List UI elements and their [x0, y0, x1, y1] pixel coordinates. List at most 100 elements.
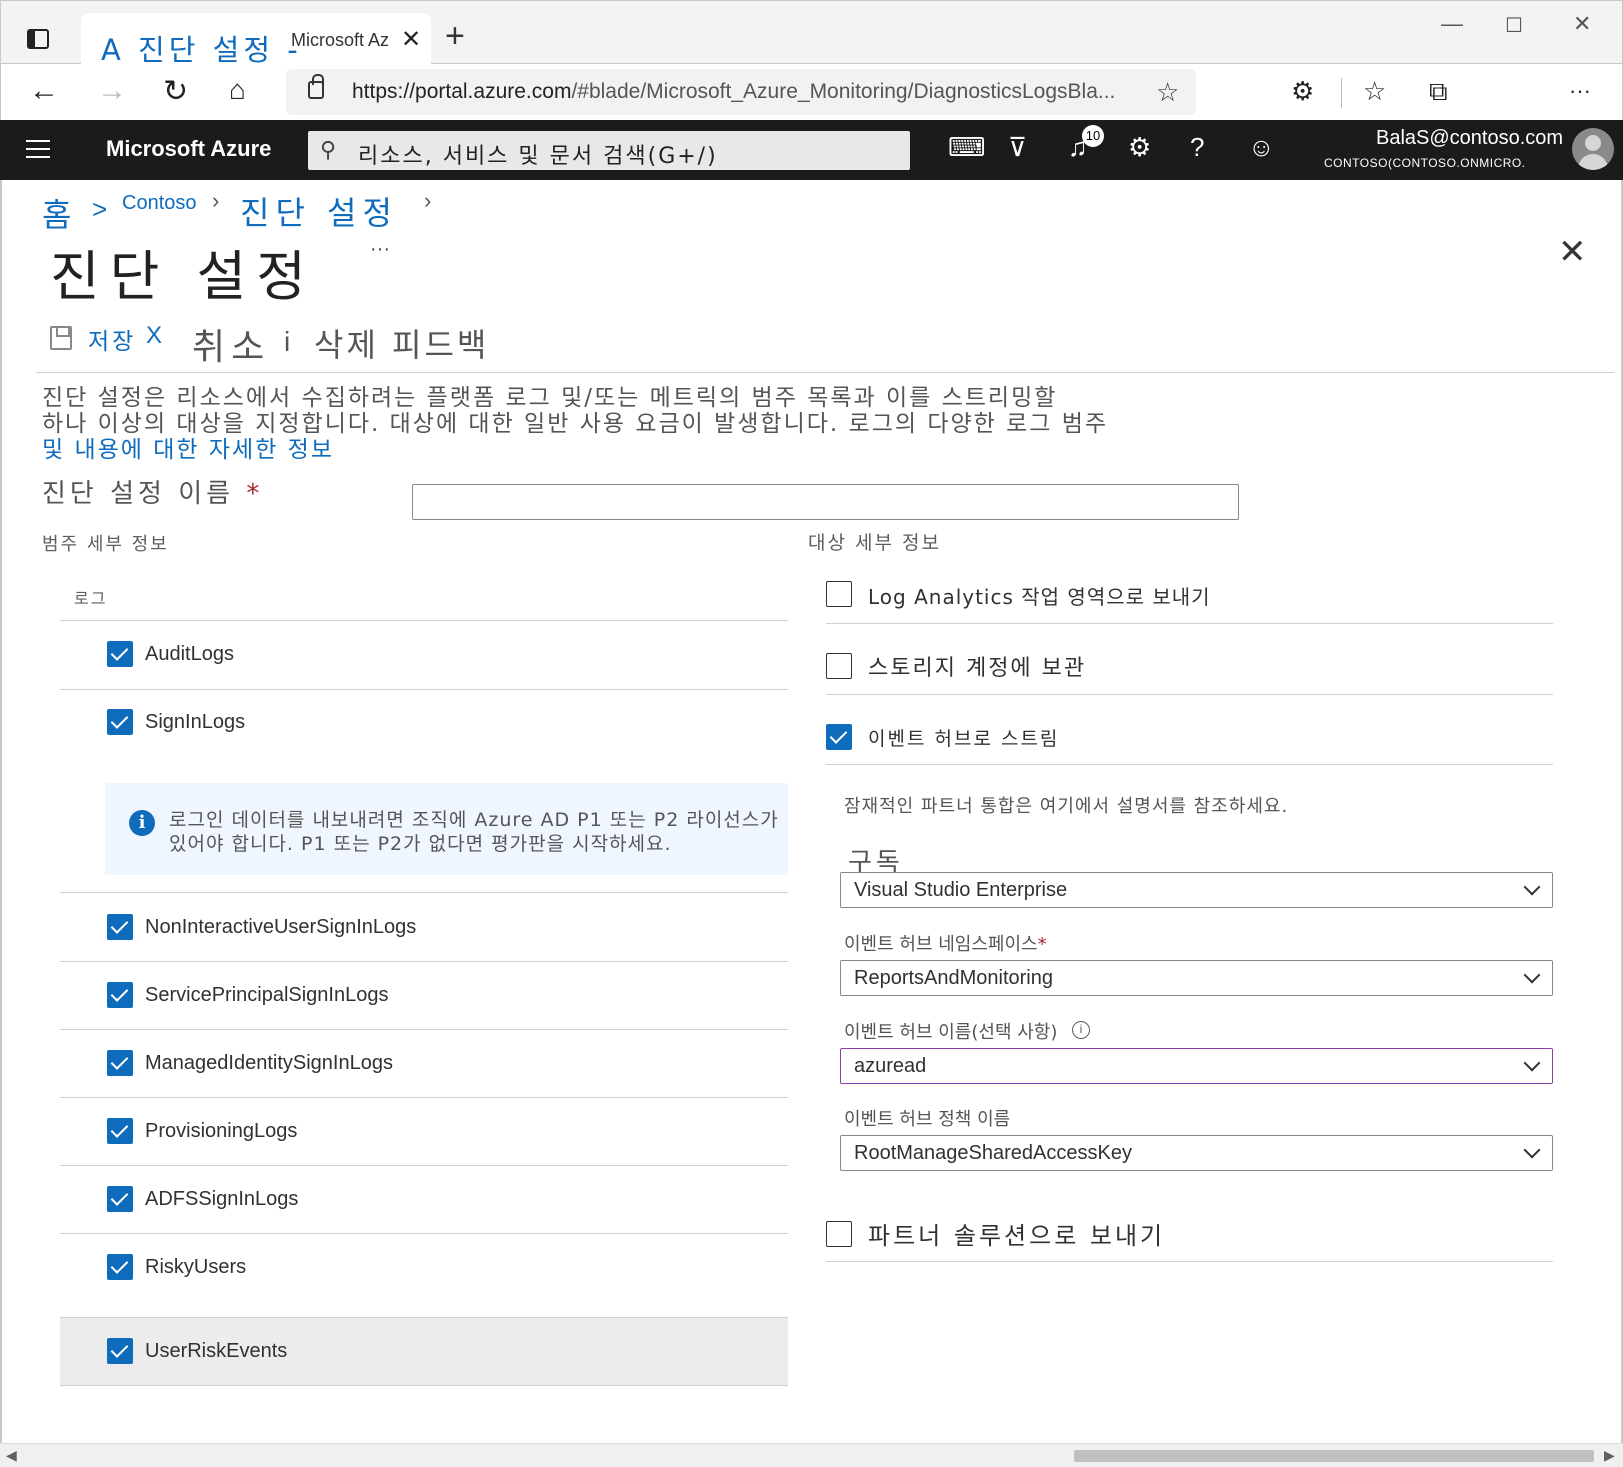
event-hub-policy-value: RootManageSharedAccessKey: [854, 1142, 1132, 1164]
add-favorite-icon[interactable]: ☆: [1156, 77, 1179, 108]
tab-close-icon[interactable]: ✕: [401, 25, 421, 54]
destination-details-header: 대상 세부 정보: [808, 532, 941, 554]
event-hub-name-dropdown[interactable]: azuread: [840, 1048, 1553, 1084]
window-close-icon[interactable]: ✕: [1573, 11, 1591, 37]
event-hub-checkbox[interactable]: [826, 724, 852, 750]
subscription-dropdown[interactable]: Visual Studio Enterprise: [840, 872, 1553, 908]
help-icon[interactable]: ?: [1190, 132, 1204, 163]
license-info-banner: i 로그인 데이터를 내보내려면 조직에 Azure AD P1 또는 P2 라…: [105, 783, 788, 875]
row-divider: [826, 1261, 1553, 1262]
storage-account-checkbox[interactable]: [826, 653, 852, 679]
row-divider: [60, 1233, 788, 1234]
new-tab-button[interactable]: +: [445, 17, 465, 56]
auditlogs-label: AuditLogs: [145, 643, 234, 665]
address-bar[interactable]: https://portal.azure.com/#blade/Microsof…: [286, 69, 1196, 115]
userriskevents-checkbox[interactable]: [107, 1338, 133, 1364]
breadcrumb-chevron-icon: ›: [212, 188, 220, 213]
userriskevents-label: UserRiskEvents: [145, 1340, 288, 1362]
user-email[interactable]: BalaS@contoso.com: [1376, 127, 1563, 150]
refresh-icon[interactable]: ↻: [163, 74, 188, 109]
riskyusers-checkbox[interactable]: [107, 1254, 133, 1280]
directory-filter-icon[interactable]: ⊽: [1008, 132, 1027, 163]
noninteractive-signinlogs-label: NonInteractiveUserSignInLogs: [145, 916, 417, 938]
window-border-left: [0, 180, 2, 1443]
lock-icon: [308, 74, 324, 99]
horizontal-scrollbar[interactable]: ◀ ▶: [0, 1443, 1623, 1467]
user-directory[interactable]: CONTOSO(CONTOSO.ONMICRO.: [1324, 156, 1526, 170]
save-icon[interactable]: [50, 326, 72, 350]
info-icon: i: [129, 810, 155, 836]
setting-name-label: 진단 설정 이름 *: [42, 479, 264, 509]
save-button[interactable]: 저장: [88, 322, 136, 356]
info-icon[interactable]: i: [1072, 1021, 1090, 1039]
breadcrumb-separator: >: [92, 194, 108, 224]
close-icon[interactable]: ✕: [1558, 232, 1587, 272]
scroll-right-icon[interactable]: ▶: [1604, 1447, 1615, 1464]
event-hub-namespace-value: ReportsAndMonitoring: [854, 967, 1053, 989]
forward-icon[interactable]: →: [97, 74, 127, 108]
delete-icon[interactable]: i: [284, 326, 290, 358]
search-placeholder: 리소스, 서비스 및 문서 검색(G+/): [358, 144, 718, 169]
row-divider: [60, 1097, 788, 1098]
managedidentity-signinlogs-checkbox[interactable]: [107, 1050, 133, 1076]
settings-gear-icon[interactable]: ⚙: [1128, 132, 1151, 163]
feedback-icon[interactable]: ☺: [1248, 132, 1275, 163]
provisioninglogs-label: ProvisioningLogs: [145, 1120, 298, 1142]
scrollbar-thumb[interactable]: [1074, 1450, 1594, 1462]
category-details-header: 범주 세부 정보: [42, 534, 169, 555]
license-info-line-2: 있어야 합니다. P1 또는 P2가 없다면 평가판을 시작하세요.: [169, 833, 672, 855]
home-icon[interactable]: ⌂: [229, 74, 246, 106]
cancel-icon[interactable]: X: [146, 322, 162, 350]
extensions-icon[interactable]: ⚙: [1291, 76, 1314, 107]
log-analytics-checkbox[interactable]: [826, 581, 852, 607]
tab-title-prefix: A 진단 설정 -: [101, 33, 302, 67]
provisioninglogs-checkbox[interactable]: [107, 1118, 133, 1144]
settings-more-icon[interactable]: ···: [1569, 78, 1591, 104]
setting-name-input[interactable]: [412, 484, 1239, 520]
azure-header: Microsoft Azure ⚲ 리소스, 서비스 및 문서 검색(G+/) …: [0, 120, 1623, 180]
breadcrumb-current[interactable]: 진단 설정: [240, 188, 398, 234]
favorites-icon[interactable]: ☆: [1363, 76, 1386, 107]
adfs-signinlogs-checkbox[interactable]: [107, 1186, 133, 1212]
partner-solution-checkbox[interactable]: [826, 1221, 852, 1247]
delete-feedback-button[interactable]: 삭제 피드백: [314, 320, 489, 366]
event-hub-namespace-dropdown[interactable]: ReportsAndMonitoring: [840, 960, 1553, 996]
noninteractive-signinlogs-checkbox[interactable]: [107, 914, 133, 940]
signinlogs-checkbox[interactable]: [107, 709, 133, 735]
cancel-button[interactable]: 취소: [192, 318, 270, 370]
scroll-left-icon[interactable]: ◀: [6, 1447, 17, 1464]
row-divider: [60, 1165, 788, 1166]
page-title: 진단 설정: [50, 245, 316, 308]
portal-menu-icon[interactable]: [26, 140, 50, 158]
event-hub-policy-dropdown[interactable]: RootManageSharedAccessKey: [840, 1135, 1553, 1171]
tab-actions-icon[interactable]: [27, 29, 49, 49]
more-options-button[interactable]: ···: [370, 238, 390, 261]
browser-tab[interactable]: A 진단 설정 - Microsoft Az ✕: [81, 13, 431, 67]
breadcrumb-home[interactable]: 홈: [42, 190, 71, 236]
search-icon: ⚲: [320, 137, 337, 162]
auditlogs-checkbox[interactable]: [107, 641, 133, 667]
azure-brand[interactable]: Microsoft Azure: [106, 136, 271, 162]
global-search-input[interactable]: ⚲ 리소스, 서비스 및 문서 검색(G+/): [308, 131, 910, 170]
chevron-down-icon: [1523, 966, 1541, 984]
row-divider: [826, 623, 1553, 624]
minimize-icon[interactable]: —: [1441, 11, 1463, 37]
chevron-down-icon: [1523, 878, 1541, 896]
browser-toolbar: ← → ↻ ⌂ https://portal.azure.com/#blade/…: [0, 64, 1623, 120]
breadcrumb-tenant[interactable]: Contoso: [122, 192, 197, 215]
managedidentity-signinlogs-label: ManagedIdentitySignInLogs: [145, 1052, 393, 1074]
serviceprincipal-signinlogs-checkbox[interactable]: [107, 982, 133, 1008]
event-hub-policy-label: 이벤트 허브 정책 이름: [844, 1109, 1011, 1130]
maximize-icon[interactable]: ☐: [1505, 13, 1523, 38]
learn-more-link[interactable]: 및 내용에 대한 자세한 정보: [42, 430, 334, 464]
cloud-shell-icon[interactable]: ⌨: [948, 132, 986, 163]
row-divider: [826, 694, 1553, 695]
row-divider: [60, 961, 788, 962]
back-icon[interactable]: ←: [29, 74, 59, 108]
collections-icon[interactable]: ⧉: [1429, 76, 1448, 108]
avatar[interactable]: [1572, 128, 1614, 170]
breadcrumb-chevron-icon: ›: [424, 188, 432, 213]
row-divider: [60, 1385, 788, 1386]
command-bar-divider: [36, 372, 1614, 373]
subscription-value: Visual Studio Enterprise: [854, 879, 1068, 901]
